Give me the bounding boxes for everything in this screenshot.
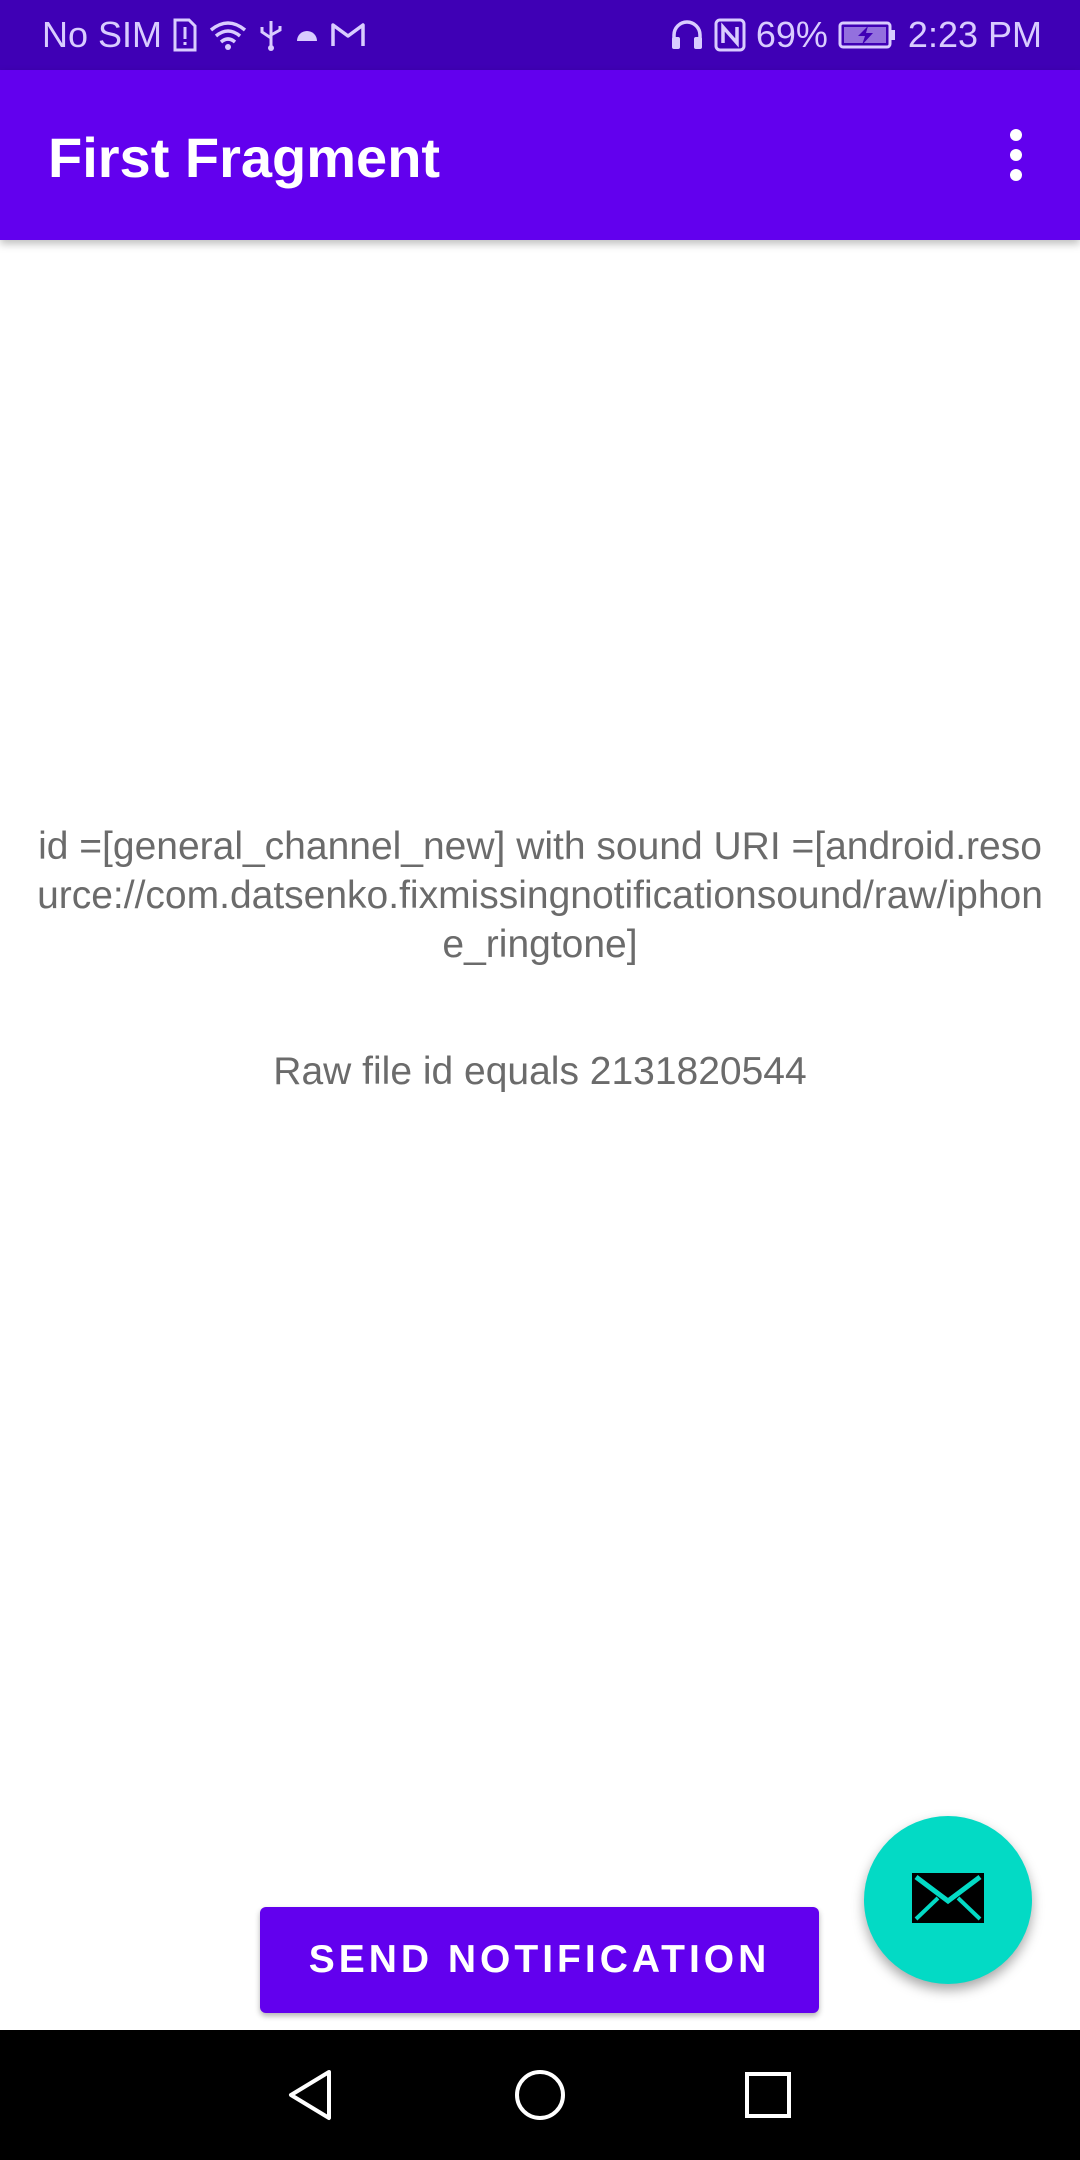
nfc-icon bbox=[714, 15, 746, 55]
status-bar: No SIM 69% 2:23 PM bbox=[0, 0, 1080, 70]
status-right: 69% 2:23 PM bbox=[670, 0, 1042, 70]
usb-icon bbox=[258, 15, 284, 55]
app-title: First Fragment bbox=[48, 126, 441, 189]
carrier-text: No SIM bbox=[42, 14, 163, 55]
battery-percent-text: 69% bbox=[755, 14, 828, 55]
battery-charging-icon bbox=[838, 15, 898, 55]
email-icon bbox=[910, 1871, 986, 1930]
android-icon bbox=[294, 15, 320, 55]
home-icon[interactable] bbox=[500, 2055, 580, 2135]
headphones-icon bbox=[670, 15, 704, 55]
time-text: 2:23 PM bbox=[907, 14, 1042, 55]
raw-file-id-text: Raw file id equals 2131820544 bbox=[273, 1050, 807, 1093]
navigation-bar bbox=[0, 2030, 1080, 2160]
status-left: No SIM bbox=[42, 0, 366, 70]
send-notification-button[interactable]: SEND NOTIFICATION bbox=[260, 1907, 819, 2013]
channel-info-text: id =[general_channel_new] with sound URI… bbox=[37, 825, 1043, 966]
email-fab[interactable] bbox=[864, 1816, 1032, 1984]
app-bar: First Fragment bbox=[0, 70, 1080, 240]
back-icon[interactable] bbox=[270, 2055, 350, 2135]
more-vert-icon[interactable] bbox=[976, 115, 1056, 195]
phone-screen: No SIM 69% 2:23 PM First Fragment id =[g… bbox=[0, 0, 1080, 2160]
fragment-content bbox=[0, 240, 1080, 2030]
gmail-icon bbox=[330, 15, 366, 55]
recents-icon[interactable] bbox=[728, 2055, 808, 2135]
wifi-icon bbox=[208, 15, 248, 55]
sim-alert-icon bbox=[172, 15, 198, 55]
